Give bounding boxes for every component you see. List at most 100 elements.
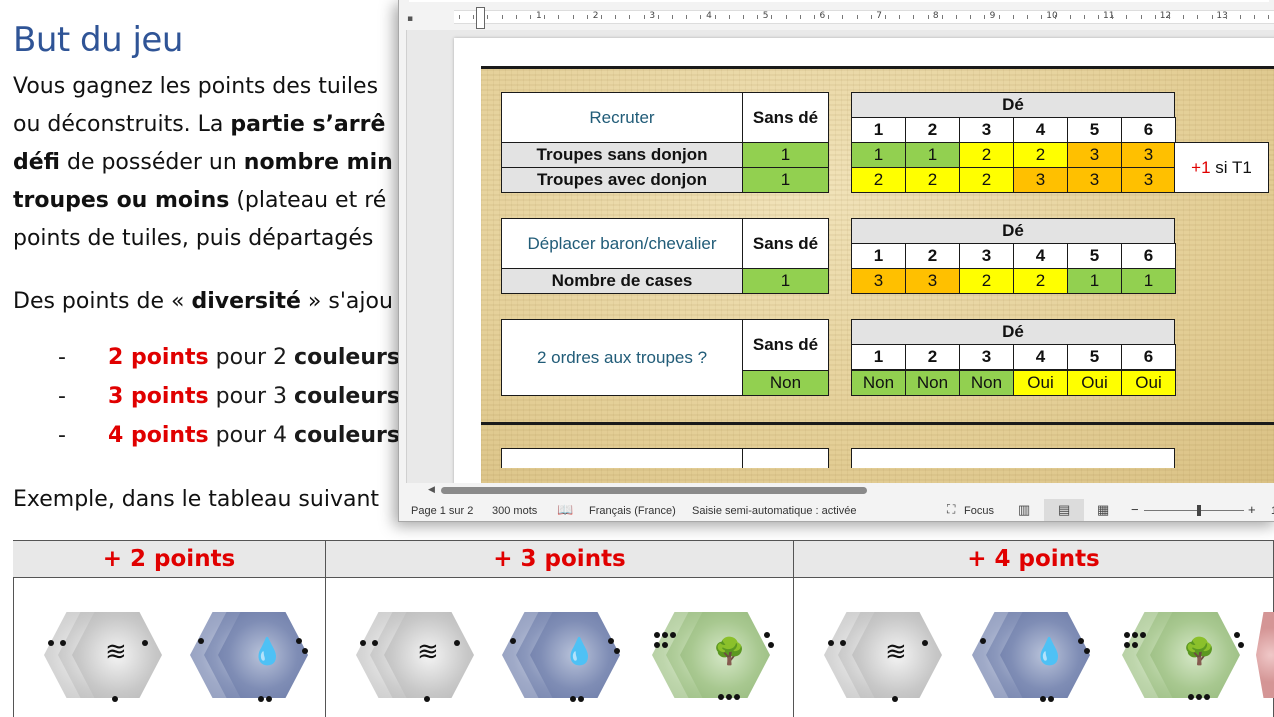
- zoom-out-button[interactable]: −: [1131, 502, 1139, 517]
- zoom-slider-thumb[interactable]: [1197, 505, 1201, 516]
- ruler-tick: [530, 15, 531, 19]
- bullet-dash: -: [58, 345, 66, 370]
- ruler-tick: [601, 15, 602, 19]
- indent-marker-handle[interactable]: [476, 7, 485, 29]
- text: de posséder un: [59, 150, 244, 175]
- sans-de-header: Sans dé: [742, 92, 829, 143]
- bullet-item: - 2 points pour 2 couleurs: [58, 345, 400, 370]
- tile-pip: [614, 648, 620, 654]
- ruler-tick: [771, 15, 773, 19]
- dice-number-header: 6: [1121, 117, 1176, 143]
- paragraph-line: troupes ou moins (plateau et ré: [13, 182, 386, 220]
- bold-text: troupes ou moins: [13, 188, 230, 213]
- ruler-tick: [1098, 15, 1099, 19]
- focus-icon[interactable]: ⛶: [947, 502, 955, 517]
- dice-result-cell: 3: [1121, 142, 1176, 168]
- bullet-bold: couleurs: [294, 345, 400, 370]
- tile-pip: [1124, 642, 1130, 648]
- ruler-tick: [785, 15, 787, 19]
- next-table-stub: [742, 448, 829, 468]
- dice-number-header: 4: [1013, 243, 1068, 269]
- sans-de-value: 1: [742, 142, 829, 168]
- header-plus-2-points: + 2 points: [13, 541, 326, 578]
- ruler-tick: [586, 15, 588, 19]
- ruler-tick: [1069, 15, 1071, 19]
- bullet-points: 3 points: [108, 384, 209, 409]
- focus-button[interactable]: Focus: [964, 505, 994, 517]
- tile-pip: [60, 640, 66, 646]
- ruler-tick: [984, 15, 986, 19]
- tile-pip: [1204, 694, 1210, 700]
- ruler-tick: [714, 15, 716, 19]
- ruler-tick: [728, 15, 730, 19]
- dice-result-cell: Oui: [1067, 370, 1122, 396]
- proofing-book-icon[interactable]: 📖: [557, 502, 573, 518]
- ruler-number: 2: [592, 11, 599, 21]
- ruler-tick: [1112, 15, 1114, 19]
- ruler-tick: [558, 15, 560, 19]
- ruler-number: 1: [536, 11, 542, 21]
- tile-pip: [258, 696, 264, 702]
- tile-pip: [1196, 694, 1202, 700]
- row-label-troupes-sans-donjon: Troupes sans donjon: [501, 142, 743, 168]
- dice-result-cell: Oui: [1013, 370, 1068, 396]
- page-count[interactable]: Page 1 sur 2: [411, 505, 473, 517]
- dice-result-cell: 2: [1013, 142, 1068, 168]
- diversity-points-table: + 2 points + 3 points + 4 points: [13, 540, 1274, 717]
- text: ou déconstruits. La: [13, 112, 231, 137]
- ruler-tick: [1027, 15, 1028, 19]
- tile-pip: [726, 694, 732, 700]
- dice-number-header: 4: [1013, 344, 1068, 370]
- diversity-text-pre: Des points de «: [13, 289, 192, 314]
- tile-pip: [768, 642, 774, 648]
- ruler-number: 3: [649, 11, 656, 21]
- horizontal-scrollbar[interactable]: ◀: [399, 483, 1274, 497]
- language-indicator[interactable]: Français (France): [589, 505, 676, 517]
- de-header: Dé: [851, 92, 1175, 118]
- dice-result-cell: Non: [959, 370, 1014, 396]
- ruler-tick: [615, 15, 617, 19]
- text: (plateau et ré: [229, 188, 387, 213]
- sans-de-value: 1: [742, 268, 829, 294]
- tree-icon: 🌳: [713, 637, 746, 667]
- word-count[interactable]: 300 mots: [492, 505, 537, 517]
- ruler-tick: [459, 15, 460, 19]
- zoom-slider[interactable]: [1144, 510, 1244, 511]
- tile-pip: [1040, 696, 1046, 702]
- scroll-left-icon[interactable]: ◀: [428, 485, 435, 495]
- diversity-paragraph: Des points de « diversité » s'ajou: [13, 283, 393, 321]
- scrollbar-thumb[interactable]: [441, 487, 867, 494]
- ruler-tick: [927, 15, 929, 19]
- word-window[interactable]: ▪ 123456789101112131 Recruter Sans dé Dé…: [398, 0, 1274, 522]
- ruler-tick: [870, 15, 872, 19]
- tile-pip: [142, 640, 148, 646]
- document-canvas[interactable]: Recruter Sans dé Dé 123456 Troupes sans …: [399, 30, 1274, 488]
- tile-pip: [662, 632, 668, 638]
- tile-pip: [424, 696, 430, 702]
- tree-icon: 🌳: [1183, 637, 1216, 667]
- zoom-in-button[interactable]: +: [1248, 502, 1256, 517]
- tile-pip: [198, 638, 204, 644]
- tile-pip: [296, 638, 302, 644]
- web-layout-icon[interactable]: ▦: [1097, 502, 1109, 518]
- horizontal-ruler[interactable]: ▪ 123456789101112131: [399, 2, 1274, 30]
- dice-result-cell: 2: [1013, 268, 1068, 294]
- ruler-tick: [799, 15, 801, 19]
- autocomplete-status[interactable]: Saisie semi-automatique : activée: [692, 505, 856, 517]
- dice-result-cell: 1: [1067, 268, 1122, 294]
- ruler-tick: [1254, 15, 1256, 19]
- wind-icon: ≋: [105, 637, 127, 667]
- tile-pip: [662, 642, 668, 648]
- row-label-troupes-avec-donjon: Troupes avec donjon: [501, 167, 743, 193]
- tile-pip: [980, 638, 986, 644]
- ruler-tick: [899, 15, 901, 19]
- print-layout-icon[interactable]: ▤: [1058, 502, 1070, 518]
- dice-result-cell: Oui: [1121, 370, 1176, 396]
- paragraph-line: points de tuiles, puis départagés: [13, 220, 373, 258]
- ruler-track: [454, 10, 1274, 24]
- ruler-tick: [1268, 15, 1270, 19]
- read-mode-icon[interactable]: ▥: [1018, 502, 1030, 518]
- dice-number-header: 5: [1067, 344, 1122, 370]
- ruler-tick: [1140, 15, 1142, 19]
- document-page[interactable]: Recruter Sans dé Dé 123456 Troupes sans …: [454, 38, 1274, 488]
